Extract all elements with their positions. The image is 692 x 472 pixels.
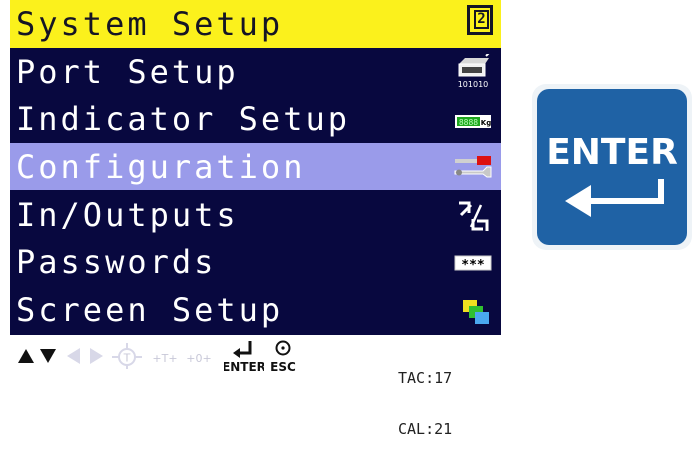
arrow-left-icon xyxy=(67,348,80,364)
tac-counter: TAC:17 xyxy=(398,369,453,387)
escape-key-label: ESC xyxy=(270,360,296,374)
zero-icon: +0+ xyxy=(186,352,211,365)
enter-key-face: ENTER xyxy=(537,89,687,245)
enter-icon[interactable]: ENTER xyxy=(224,338,264,374)
status-readout: TAC:17 CAL:21 xyxy=(398,336,452,472)
menu-item-label: Passwords xyxy=(16,243,217,281)
enter-key-button[interactable]: ENTER xyxy=(532,84,692,250)
indicator-digits: 8888 xyxy=(459,118,478,127)
menu-item-screen-setup[interactable]: Screen Setup xyxy=(10,286,501,333)
menu-item-port-setup[interactable]: Port Setup 101010 xyxy=(10,48,501,95)
indicator-display-icon: 8888 Kg xyxy=(455,115,491,128)
menu-list: Port Setup 101010 Indicator Setup 8888 K… xyxy=(10,48,501,335)
in-out-icon xyxy=(459,201,489,231)
escape-icon[interactable]: ESC xyxy=(268,338,298,374)
password-mask: *** xyxy=(461,258,485,273)
arrow-right-icon xyxy=(90,348,103,364)
menu-item-configuration[interactable]: Configuration xyxy=(10,143,501,190)
enter-key-caption: ENTER xyxy=(546,132,678,173)
page-number-icon: 2 xyxy=(467,5,493,35)
wrenches-icon xyxy=(454,156,492,178)
zero-label: +0+ xyxy=(186,352,211,365)
enter-key-label: ENTER xyxy=(224,360,264,374)
menu-item-indicator-setup[interactable]: Indicator Setup 8888 Kg xyxy=(10,95,501,142)
cal-counter: CAL:21 xyxy=(398,420,453,438)
tare-plus-label: +T+ xyxy=(152,352,177,365)
arrow-down-icon[interactable] xyxy=(38,341,58,371)
serial-port-caption: 101010 xyxy=(458,80,489,89)
screens-icon xyxy=(463,300,489,324)
softkey-bar: T +T+ +0+ ENTER ESC TAC:17 CAL:21 xyxy=(10,335,501,438)
menu-item-label: Port Setup xyxy=(16,53,239,91)
return-arrow-icon xyxy=(565,179,664,217)
title-bar: System Setup 2 xyxy=(10,0,501,48)
serial-port-icon: 101010 xyxy=(458,54,490,89)
indicator-screen: System Setup 2 Port Setup 101010 Indicat… xyxy=(10,0,501,438)
menu-item-label: In/Outputs xyxy=(16,196,239,234)
page-title: System Setup xyxy=(16,5,284,43)
menu-item-label: Configuration xyxy=(16,148,306,186)
menu-item-label: Indicator Setup xyxy=(16,100,350,138)
password-icon: *** xyxy=(454,255,492,273)
menu-item-label: Screen Setup xyxy=(16,291,284,329)
arrow-up-icon[interactable] xyxy=(16,341,36,371)
indicator-unit: Kg xyxy=(481,119,491,127)
page-number: 2 xyxy=(474,10,489,29)
menu-item-in-outputs[interactable]: In/Outputs xyxy=(10,191,501,238)
tare-label: T xyxy=(123,352,131,365)
tare-plus-icon: +T+ xyxy=(152,352,177,365)
menu-item-passwords[interactable]: Passwords *** xyxy=(10,238,501,285)
tare-icon: T xyxy=(112,343,142,369)
